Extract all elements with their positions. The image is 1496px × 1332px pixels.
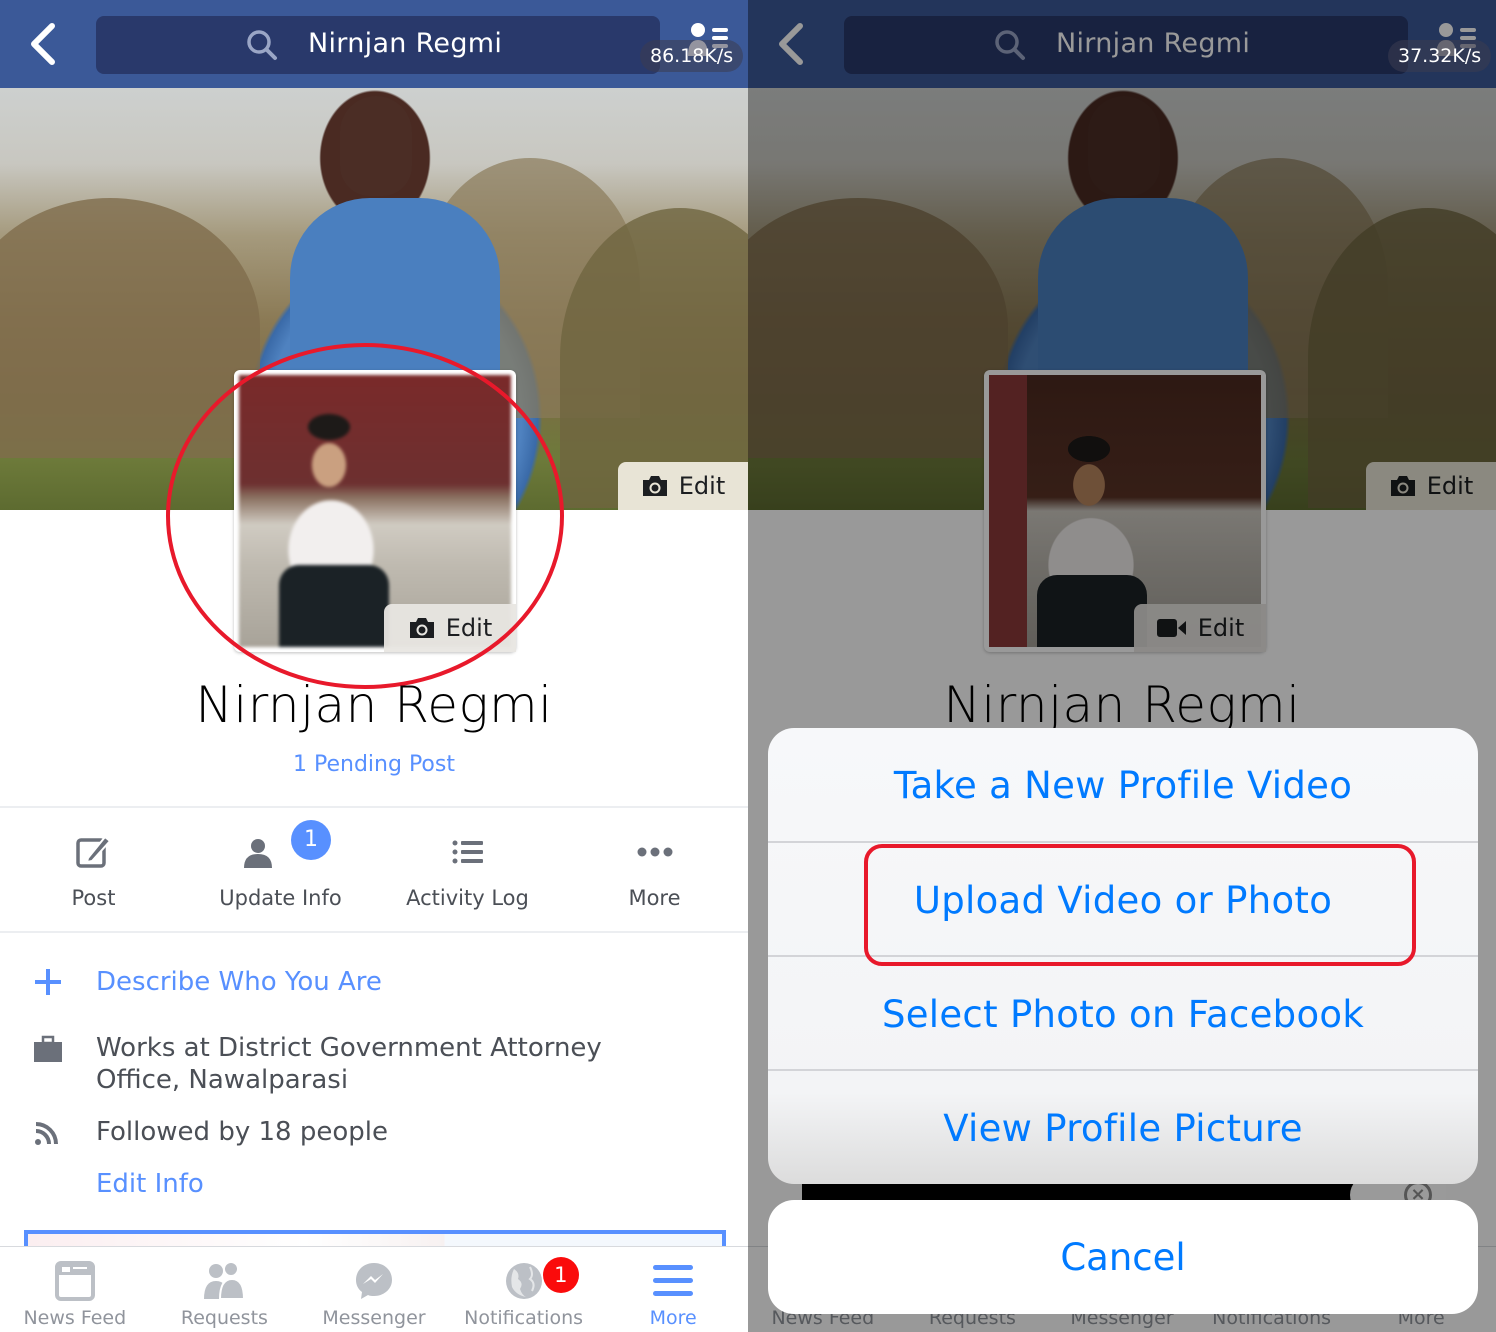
edit-cover-label: Edit	[1426, 472, 1474, 500]
profile-actions: Post 1 Update Info Activity Log More	[0, 808, 748, 932]
select-photo-on-facebook-option[interactable]: Select Photo on Facebook	[768, 957, 1478, 1071]
divider	[0, 931, 748, 933]
search-field[interactable]: Nirnjan Regmi	[844, 16, 1408, 74]
tab-notifications-label: Notifications	[464, 1307, 584, 1329]
cancel-button[interactable]: Cancel	[768, 1200, 1478, 1314]
activity-log-button[interactable]: Activity Log	[374, 808, 561, 932]
back-button[interactable]	[770, 20, 814, 68]
friend-requests-icon	[204, 1261, 246, 1300]
navigation-bar: Nirnjan Regmi	[748, 0, 1496, 88]
tab-news-feed-label: News Feed	[23, 1307, 127, 1329]
upload-video-or-photo-option[interactable]: Upload Video or Photo	[768, 843, 1478, 957]
view-profile-picture-option[interactable]: View Profile Picture	[768, 1071, 1478, 1184]
notifications-badge: 1	[542, 1257, 579, 1293]
video-camera-icon	[1156, 619, 1186, 637]
person-icon	[243, 839, 272, 868]
search-field[interactable]: Nirnjan Regmi	[96, 16, 660, 74]
tab-messenger-label: Messenger	[322, 1307, 426, 1329]
profile-picture[interactable]: Edit	[984, 370, 1266, 652]
more-actions-label: More	[628, 886, 681, 910]
tab-requests[interactable]: Requests	[150, 1247, 300, 1332]
search-icon	[995, 30, 1025, 60]
profile-screen: Nirnjan Regmi 86.18K/s Edit Edit Nirnjan…	[0, 0, 748, 1332]
briefcase-icon	[34, 1035, 62, 1062]
tab-requests-label: Requests	[180, 1307, 268, 1329]
describe-who-you-are-link[interactable]: Describe Who You Are	[96, 966, 716, 998]
edit-profile-picture-label: Edit	[1197, 614, 1245, 642]
search-value: Nirnjan Regmi	[308, 28, 503, 59]
post-button[interactable]: Post	[0, 808, 187, 932]
profile-name: Nirnjan Regmi	[195, 676, 553, 734]
edit-info-link[interactable]: Edit Info	[96, 1168, 716, 1200]
profile-name: Nirnjan Regmi	[943, 676, 1301, 734]
more-dots-icon	[637, 847, 672, 857]
network-speed-indicator: 37.32K/s	[1388, 40, 1492, 72]
edit-cover-button[interactable]: Edit	[618, 462, 748, 510]
edit-cover-button[interactable]: Edit	[1366, 462, 1496, 510]
activity-log-label: Activity Log	[406, 886, 529, 910]
camera-icon	[409, 618, 434, 638]
news-feed-icon	[54, 1261, 95, 1301]
navigation-bar: Nirnjan Regmi 86.18K/s	[0, 0, 748, 88]
more-actions-button[interactable]: More	[561, 808, 748, 932]
search-value: Nirnjan Regmi	[1056, 28, 1251, 59]
rss-icon	[35, 1122, 58, 1145]
camera-icon	[642, 476, 667, 496]
chevron-left-icon	[31, 23, 55, 65]
tab-notifications[interactable]: 1 Notifications	[449, 1247, 599, 1332]
globe-icon	[505, 1263, 542, 1299]
network-speed-indicator: 86.18K/s	[640, 40, 744, 72]
camera-icon	[1390, 476, 1415, 496]
chevron-left-icon	[779, 23, 803, 65]
search-icon	[247, 30, 277, 60]
tab-messenger[interactable]: Messenger	[299, 1247, 449, 1332]
plus-icon	[35, 969, 61, 995]
update-info-label: Update Info	[219, 886, 342, 910]
messenger-icon	[355, 1263, 392, 1299]
back-button[interactable]	[22, 20, 66, 68]
edit-profile-picture-label: Edit	[445, 614, 493, 642]
hamburger-menu-icon	[653, 1265, 694, 1296]
update-info-badge: 1	[291, 820, 331, 860]
edit-cover-label: Edit	[678, 472, 726, 500]
list-icon	[452, 840, 483, 864]
profile-screen-with-action-sheet: Nirnjan Regmi Edit Edit Nirnjan Regmi Ne…	[748, 0, 1496, 1332]
tab-bar: News Feed Requests Messenger 1 Notificat…	[0, 1246, 748, 1332]
edit-profile-video-button[interactable]: Edit	[1134, 604, 1266, 652]
work-line-1: Works at District Government Attorney	[96, 1033, 602, 1063]
tab-more[interactable]: More	[598, 1247, 748, 1332]
take-new-profile-video-option[interactable]: Take a New Profile Video	[768, 728, 1478, 842]
work-line-2: Office, Nawalparasi	[96, 1065, 349, 1095]
action-sheet: Take a New Profile Video Upload Video or…	[768, 728, 1478, 1184]
edit-profile-picture-button[interactable]: Edit	[384, 604, 516, 652]
followers-text: Followed by 18 people	[96, 1117, 388, 1147]
tab-more-label: More	[649, 1307, 697, 1329]
profile-picture[interactable]: Edit	[234, 370, 516, 652]
pending-post-link[interactable]: 1 Pending Post	[0, 752, 748, 777]
update-info-button[interactable]: 1 Update Info	[187, 808, 374, 932]
compose-icon	[75, 835, 111, 868]
tab-news-feed[interactable]: News Feed	[0, 1247, 150, 1332]
post-label: Post	[71, 886, 116, 910]
